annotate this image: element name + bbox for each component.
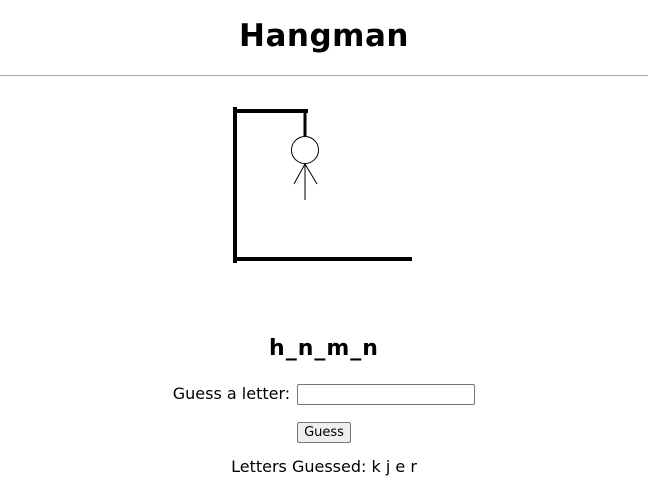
guess-label: Guess a letter: <box>172 384 291 403</box>
hangman-right-arm <box>304 163 318 185</box>
guess-input[interactable] <box>297 384 476 405</box>
guess-button[interactable]: Guess <box>297 422 351 443</box>
guess-form: Guess a letter: <box>0 383 648 405</box>
hangman-left-arm <box>293 163 306 185</box>
header: Hangman <box>0 0 648 76</box>
masked-word: h_n_m_n <box>269 336 379 361</box>
letters-guessed-value: k j e r <box>371 457 417 476</box>
page-title: Hangman <box>239 18 409 54</box>
hangman-drawing <box>233 107 412 263</box>
letters-guessed: Letters Guessed: k j e r <box>0 456 648 478</box>
letters-guessed-label: Letters Guessed: <box>231 457 367 476</box>
hangman-head <box>291 136 319 164</box>
button-row: Guess <box>0 421 648 443</box>
